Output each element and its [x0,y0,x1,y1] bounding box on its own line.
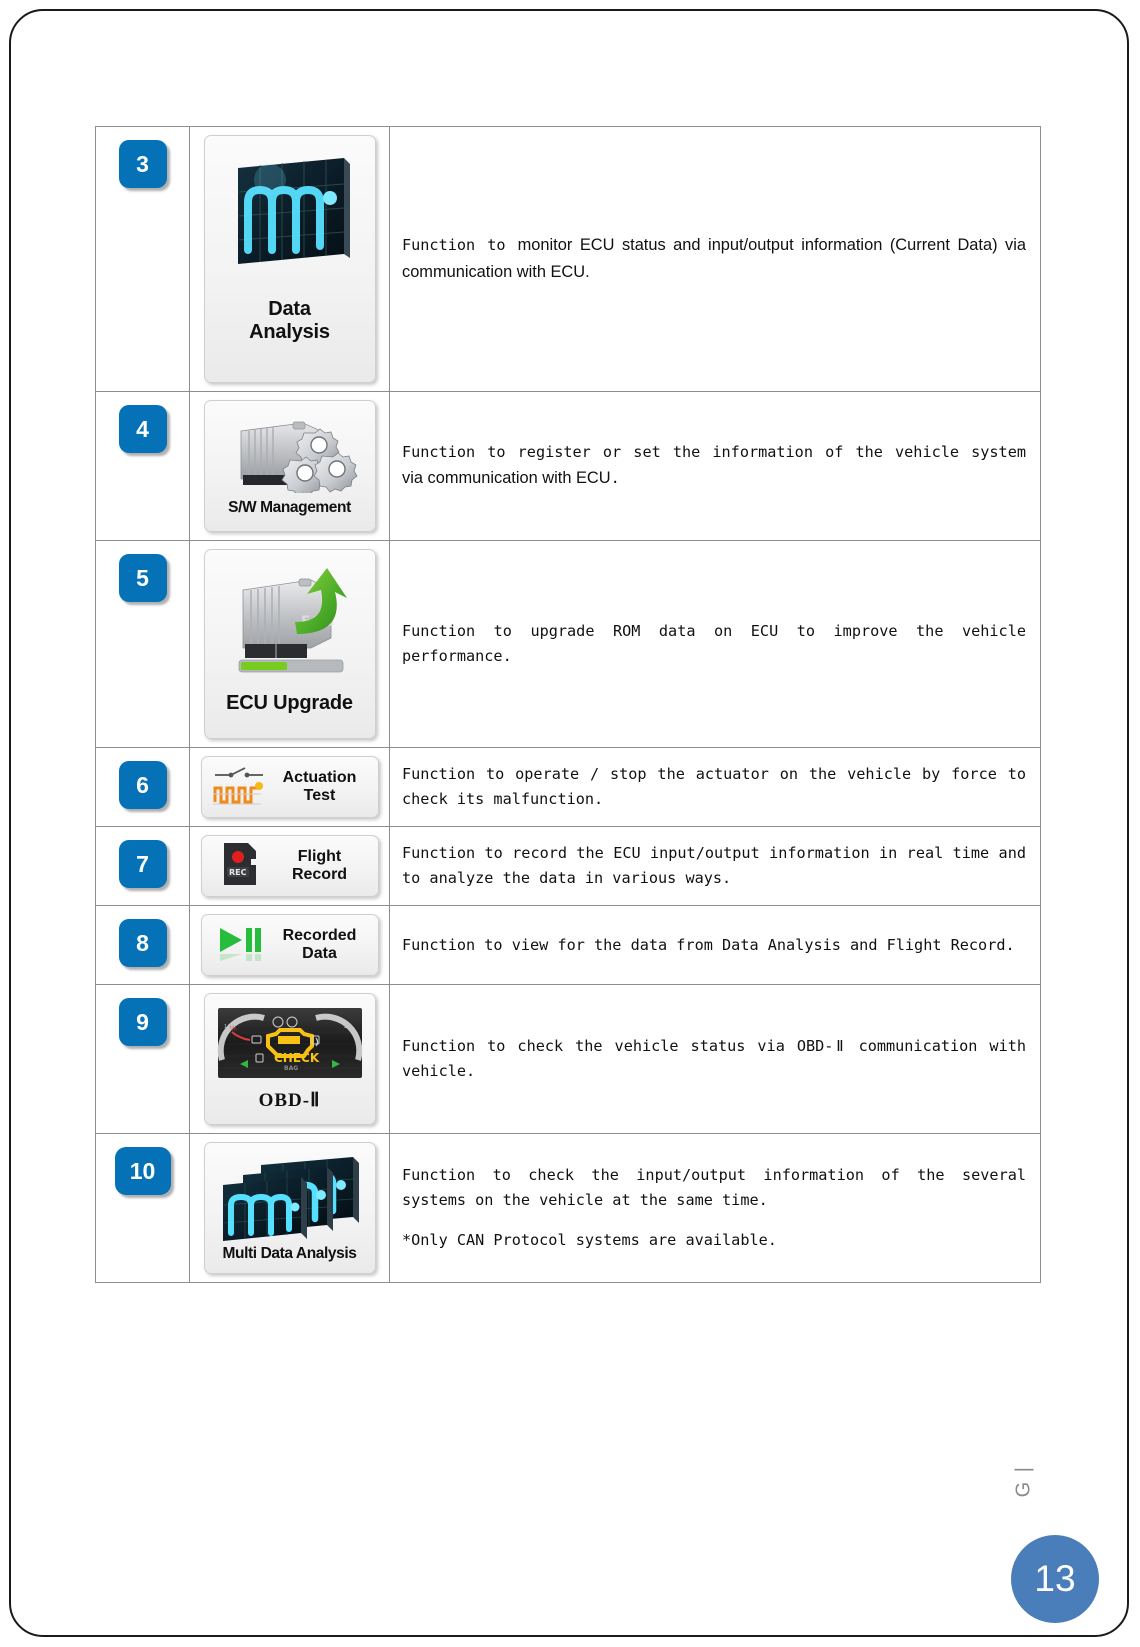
row-number-badge: 8 [118,919,167,967]
tile-label-line1: Multi Data Analysis [222,1245,357,1262]
row-number-badge: 5 [118,554,167,602]
desc-mono: Function to view for the data from Data … [402,935,1015,954]
row-number-cell: 6 [95,747,190,827]
row-description-cell: Function to upgrade ROM data on ECU to i… [389,540,1041,748]
multi-data-analysis-icon [205,1155,375,1241]
desc-mono: Function to check the vehicle status via… [402,1037,1026,1080]
tile-label-line1: S/W Management [228,499,351,516]
row-icon-cell: Actuation Test [189,747,390,827]
table-row: 7 REC Flight Record Function to record t… [95,826,1041,906]
row-description: Function to view for the data from Data … [402,933,1026,958]
table-row: 6 Actuation Test Function to operate / s… [95,747,1041,827]
row-number-badge: 7 [118,840,167,888]
obd-ii-icon: \\\\ 140 20 CHECK BAG [205,1006,375,1080]
row-icon-cell: Recorded Data [189,905,390,985]
row-description: Function to register or set the informat… [402,440,1026,491]
row-icon-cell: Multi Data Analysis [189,1133,390,1283]
sw-management-icon [205,413,375,493]
desc-mono: Function to check the input/output infor… [402,1166,1026,1209]
ecu-upgrade-icon: ECU [205,564,375,684]
row-description: Function to check the input/output infor… [402,1163,1026,1212]
tile-label-line1: ECU Upgrade [226,692,353,714]
desc-mono: Function to operate / stop the actuator … [402,765,1026,808]
row-description-note: *Only CAN Protocol systems are available… [402,1231,777,1250]
row-description: Function to monitor ECU status and input… [402,232,1026,285]
flight-record-tile[interactable]: REC Flight Record [200,835,379,897]
desc-mono: Function to [402,236,518,255]
table-row: 5 ECU Upgrade Function to upgrade ROM da… [95,540,1041,748]
desc-mono-suffix: . [610,469,620,488]
row-number-cell: 10 [95,1133,190,1283]
row-number-cell: 5 [95,540,190,748]
row-description: Function to operate / stop the actuator … [402,762,1026,811]
ecu-upgrade-tile[interactable]: ECU ECU Upgrade [203,549,376,739]
row-number-cell: 3 [95,126,190,392]
row-description-cell: Function to check the input/output infor… [389,1133,1041,1283]
row-number-cell: 4 [95,391,190,541]
row-number-badge: 4 [118,405,167,453]
tile-label-line2: Test [303,787,336,804]
row-icon-cell: REC Flight Record [189,826,390,906]
desc-mono: Function to record the ECU input/output … [402,844,1026,887]
row-icon-cell: Data Analysis [189,126,390,392]
row-number-cell: 7 [95,826,190,906]
svg-text:BAG: BAG [284,1065,298,1072]
desc-mono: Function to register or set the informat… [402,443,1026,462]
row-number-badge: 9 [118,998,167,1046]
tile-label-line2: Record [291,866,348,883]
table-row: 4 S/W Management Function to register or… [95,391,1041,541]
svg-text:REC: REC [229,868,247,877]
actuation-test-icon [210,762,270,813]
row-description-cell: Function to view for the data from Data … [389,905,1041,985]
data-analysis-icon [205,154,375,284]
multi-data-analysis-tile[interactable]: Multi Data Analysis [203,1142,376,1274]
data-analysis-tile[interactable]: Data Analysis [203,135,376,383]
obd-ii-tile[interactable]: \\\\ 140 20 CHECK BAG OBD-Ⅱ [203,993,376,1125]
tile-label-line1: Recorded [282,926,357,944]
row-description-cell: Function to register or set the informat… [389,391,1041,541]
flight-record-icon: REC [210,839,270,894]
recorded-data-icon [210,922,270,969]
tile-label-line1: OBD-Ⅱ [258,1090,321,1111]
row-number-badge: 6 [118,761,167,809]
desc-mono: Function to upgrade ROM data on ECU to i… [402,622,1026,665]
page-frame: 3 Data Analysis Function to monitor ECU … [9,9,1129,1637]
table-row: 3 Data Analysis Function to monitor ECU … [95,126,1041,392]
side-mark: G | [1012,1465,1034,1498]
tile-label-line1: Actuation [282,768,357,786]
recorded-data-tile[interactable]: Recorded Data [200,914,379,976]
row-description: Function to check the vehicle status via… [402,1034,1026,1083]
functions-table-wrapper: 3 Data Analysis Function to monitor ECU … [95,126,1041,1283]
row-number-badge: 3 [118,140,167,188]
row-number-badge: 10 [114,1147,171,1195]
page-number-badge: 13 [1011,1535,1099,1623]
row-icon-cell: S/W Management [189,391,390,541]
row-icon-cell: \\\\ 140 20 CHECK BAG OBD-Ⅱ [189,984,390,1134]
table-row: 8 Recorded Data Function to view for the… [95,905,1041,985]
table-row: 10 Multi Data Analysis Function to check… [95,1133,1041,1283]
sw-management-tile[interactable]: S/W Management [203,400,376,532]
row-number-cell: 9 [95,984,190,1134]
row-description-cell: Function to check the vehicle status via… [389,984,1041,1134]
svg-text:140: 140 [224,1024,234,1030]
row-description-cell: Function to monitor ECU status and input… [389,126,1041,392]
table-row: 9 \\\\ 140 20 CHECK BAG OBD-Ⅱ Function t… [95,984,1041,1134]
tile-label-line2: Data [302,945,337,962]
desc-sans: via communication with ECU [402,469,611,488]
tile-label-line1: Data [268,298,311,320]
row-description-cell: Function to operate / stop the actuator … [389,747,1041,827]
row-description: Function to record the ECU input/output … [402,841,1026,890]
tile-label-line2: Analysis [249,320,330,343]
tile-label-line1: Flight [297,847,342,865]
row-description: Function to upgrade ROM data on ECU to i… [402,619,1026,668]
svg-text:CHECK: CHECK [274,1051,320,1065]
row-icon-cell: ECU ECU Upgrade [189,540,390,748]
functions-table: 3 Data Analysis Function to monitor ECU … [95,126,1041,1283]
svg-text:20: 20 [344,1023,352,1030]
row-description-cell: Function to record the ECU input/output … [389,826,1041,906]
row-number-cell: 8 [95,905,190,985]
actuation-test-tile[interactable]: Actuation Test [200,756,379,818]
